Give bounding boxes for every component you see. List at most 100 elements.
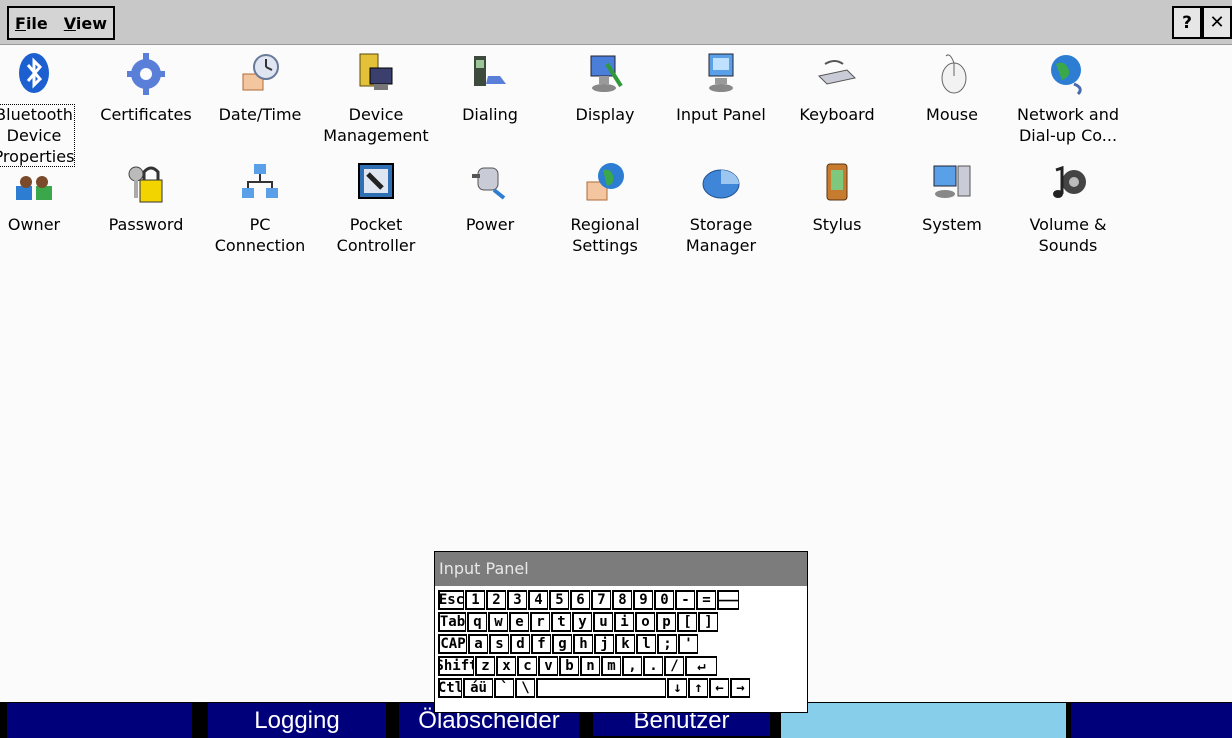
control-panel-item[interactable]: PC Connection: [204, 160, 316, 256]
key[interactable]: áü: [463, 678, 493, 698]
control-panel-item[interactable]: Mouse: [896, 50, 1008, 125]
key[interactable]: d: [510, 634, 530, 654]
control-panel-item-label: Password: [108, 215, 184, 234]
key[interactable]: .: [643, 656, 663, 676]
pc-connection-icon: [240, 160, 280, 206]
key[interactable]: Shift: [438, 656, 474, 676]
key[interactable]: ↵: [685, 656, 717, 676]
key[interactable]: z: [475, 656, 495, 676]
taskbar-slot-5[interactable]: [781, 703, 1066, 738]
control-panel-item[interactable]: Regional Settings: [549, 160, 661, 256]
control-panel-item[interactable]: Display: [549, 50, 661, 125]
key[interactable]: q: [467, 612, 487, 632]
control-panel-item-label: Mouse: [926, 105, 978, 124]
key[interactable]: c: [517, 656, 537, 676]
menu-file[interactable]: File: [15, 14, 48, 33]
key[interactable]: g: [552, 634, 572, 654]
key[interactable]: 5: [549, 590, 569, 610]
control-panel-item[interactable]: Certificates: [90, 50, 202, 125]
key[interactable]: w: [488, 612, 508, 632]
key[interactable]: ↓: [667, 678, 687, 698]
key[interactable]: l: [636, 634, 656, 654]
key[interactable]: ↑: [688, 678, 708, 698]
key[interactable]: b: [559, 656, 579, 676]
control-panel-item-label: Bluetooth Device Properties: [0, 104, 76, 167]
key[interactable]: [: [677, 612, 697, 632]
key[interactable]: 1: [465, 590, 485, 610]
key[interactable]: o: [635, 612, 655, 632]
taskbar-slot-6[interactable]: [1071, 703, 1232, 738]
key[interactable]: →: [730, 678, 750, 698]
help-button[interactable]: ?: [1172, 6, 1202, 39]
key[interactable]: m: [601, 656, 621, 676]
key[interactable]: [536, 678, 666, 698]
key[interactable]: Esc: [438, 590, 464, 610]
key[interactable]: n: [580, 656, 600, 676]
key[interactable]: Tab: [438, 612, 466, 632]
key[interactable]: p: [656, 612, 676, 632]
key[interactable]: =: [696, 590, 716, 610]
key[interactable]: e: [509, 612, 529, 632]
key[interactable]: 9: [633, 590, 653, 610]
key[interactable]: 0: [654, 590, 674, 610]
menu-view[interactable]: View: [64, 14, 107, 33]
control-panel-item[interactable]: Volume & Sounds: [1012, 160, 1124, 256]
control-panel-item-label: Input Panel: [676, 105, 766, 124]
key[interactable]: 7: [591, 590, 611, 610]
key[interactable]: v: [538, 656, 558, 676]
key[interactable]: ;: [657, 634, 677, 654]
key[interactable]: y: [572, 612, 592, 632]
key[interactable]: 🡐: [717, 590, 739, 610]
taskbar-tab-logging[interactable]: Logging: [208, 703, 386, 738]
regional-settings-icon: [585, 160, 625, 206]
control-panel-item[interactable]: System: [896, 160, 1008, 235]
input-panel-title[interactable]: Input Panel: [435, 552, 807, 586]
key[interactable]: 6: [570, 590, 590, 610]
key[interactable]: i: [614, 612, 634, 632]
control-panel-item[interactable]: Pocket Controller: [320, 160, 432, 256]
key[interactable]: 4: [528, 590, 548, 610]
key[interactable]: f: [531, 634, 551, 654]
key[interactable]: -: [675, 590, 695, 610]
keyboard-row: CAP a s d f g h j k l; ': [438, 634, 699, 654]
key[interactable]: k: [615, 634, 635, 654]
control-panel-item[interactable]: Input Panel: [665, 50, 777, 125]
key[interactable]: u: [593, 612, 613, 632]
key[interactable]: Ctl: [438, 678, 462, 698]
key[interactable]: /: [664, 656, 684, 676]
control-panel-item[interactable]: Stylus: [781, 160, 893, 235]
key[interactable]: ,: [622, 656, 642, 676]
control-panel-item[interactable]: Password: [90, 160, 202, 235]
key[interactable]: a: [468, 634, 488, 654]
key[interactable]: CAP: [438, 634, 467, 654]
control-panel-item[interactable]: Storage Manager: [665, 160, 777, 256]
volume-icon: [1048, 160, 1088, 206]
close-button[interactable]: ✕: [1202, 6, 1232, 39]
key[interactable]: r: [530, 612, 550, 632]
key[interactable]: ': [678, 634, 698, 654]
control-panel-item[interactable]: Power: [434, 160, 546, 235]
key[interactable]: t: [551, 612, 571, 632]
key[interactable]: \: [515, 678, 535, 698]
control-panel-item[interactable]: Bluetooth Device Properties: [0, 50, 90, 167]
key[interactable]: 8: [612, 590, 632, 610]
key[interactable]: x: [496, 656, 516, 676]
key[interactable]: ]: [698, 612, 718, 632]
key[interactable]: h: [573, 634, 593, 654]
control-panel-item[interactable]: Dialing: [434, 50, 546, 125]
key[interactable]: s: [489, 634, 509, 654]
control-panel-item[interactable]: Network and Dial-up Co...: [1012, 50, 1124, 146]
control-panel-item[interactable]: Owner: [0, 160, 90, 235]
control-panel-item[interactable]: Keyboard: [781, 50, 893, 125]
taskbar-slot-1[interactable]: [7, 703, 192, 738]
control-panel-item[interactable]: Date/Time: [204, 50, 316, 125]
keyboard-row: Esc1234567890-=🡐: [438, 590, 740, 610]
control-panel-item[interactable]: Device Management: [320, 50, 432, 146]
key[interactable]: `: [494, 678, 514, 698]
control-panel-item-label: Certificates: [100, 105, 192, 124]
keyboard-row: Tab q w e r t y u i o p[]: [438, 612, 719, 632]
key[interactable]: 2: [486, 590, 506, 610]
key[interactable]: 3: [507, 590, 527, 610]
key[interactable]: j: [594, 634, 614, 654]
key[interactable]: ←: [709, 678, 729, 698]
